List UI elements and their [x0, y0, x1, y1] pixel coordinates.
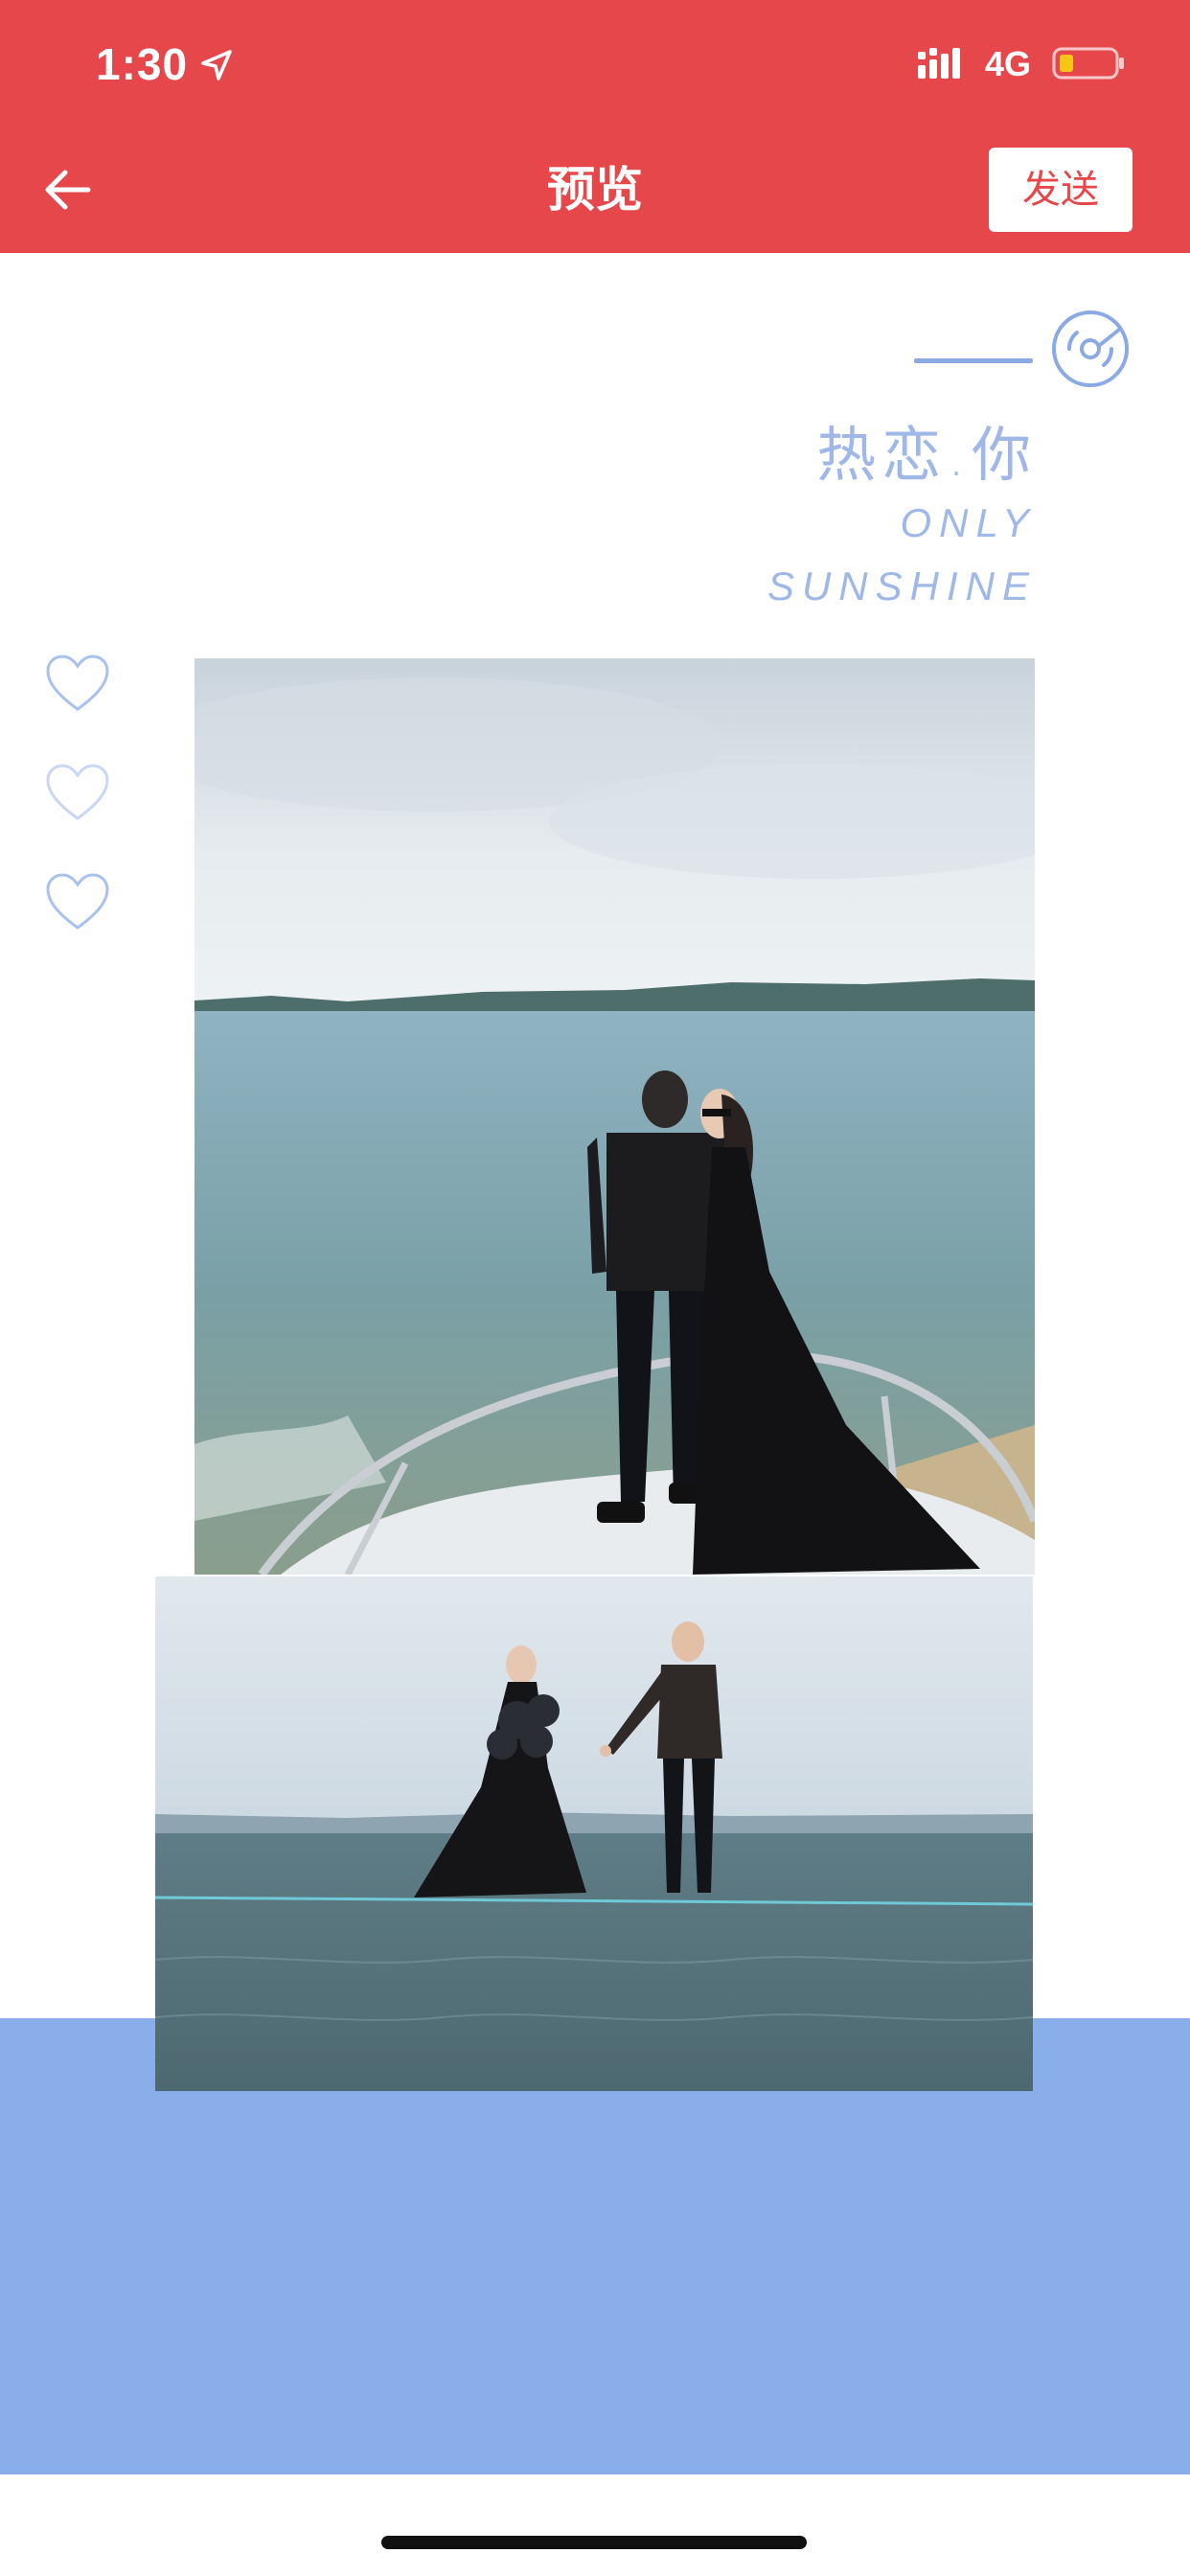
heart-outline-icon [46, 764, 109, 820]
title-english-line2: SUNSHINE [767, 564, 1037, 609]
title-chinese: 热恋.你 [816, 420, 1037, 490]
send-button[interactable]: 发送 [989, 148, 1133, 232]
location-arrow-icon [201, 50, 232, 80]
battery-icon [1052, 47, 1124, 80]
network-type: 4G [985, 44, 1032, 83]
title-english-line1: ONLY [900, 500, 1037, 545]
heart-outline-icon [46, 655, 109, 711]
photo-couple-on-boat [195, 658, 1035, 1575]
top-bar: 1:30 4G 预览 发送 [0, 0, 1190, 253]
home-indicator[interactable] [381, 2536, 807, 2549]
status-time: 1:30 [96, 39, 189, 89]
heart-outline-icon [46, 873, 109, 930]
music-disc-icon[interactable] [1048, 307, 1133, 391]
signal-icon [918, 48, 960, 79]
preview-page: 1:30 4G 预览 发送 热恋.你 ONLY SUNSHINE [0, 0, 1190, 2576]
photo-couple-on-water [155, 1576, 1033, 2091]
decorative-line [914, 358, 1033, 363]
